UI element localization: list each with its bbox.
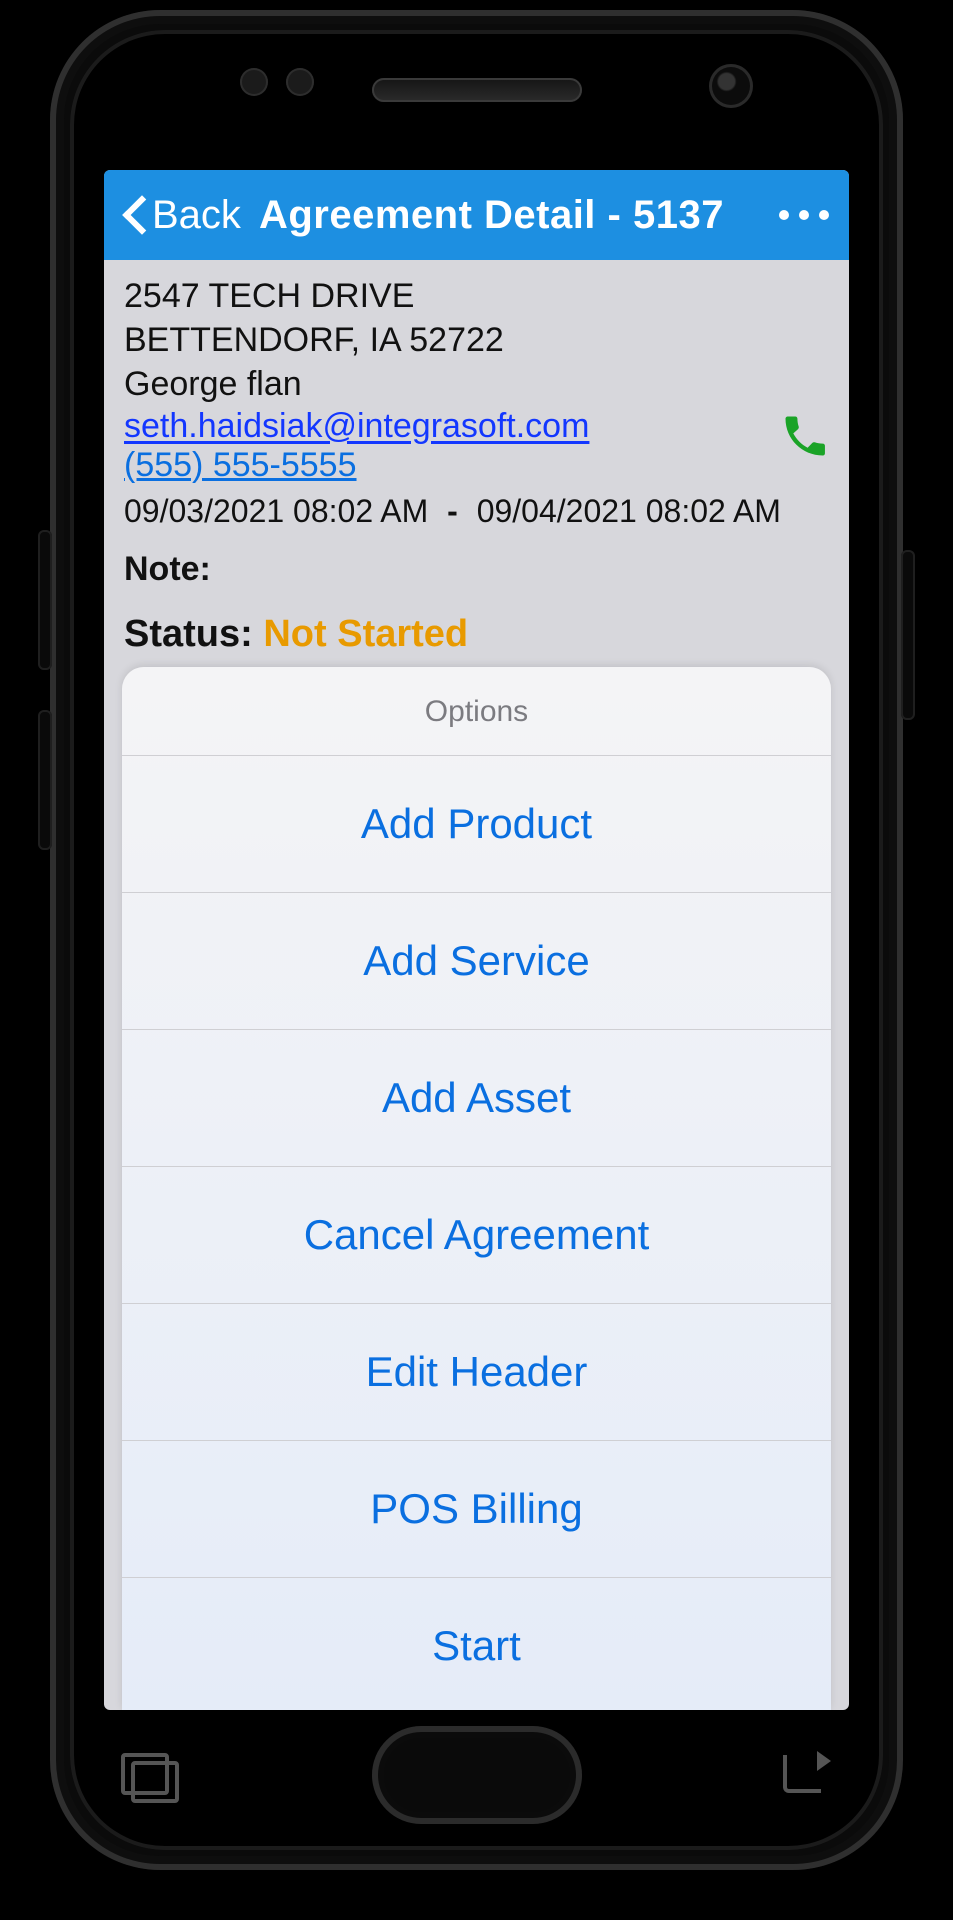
date-start: 09/03/2021 08:02 AM xyxy=(124,493,428,529)
option-edit-header[interactable]: Edit Header xyxy=(122,1304,831,1441)
address-line2: BETTENDORF, IA 52722 xyxy=(124,318,827,362)
status-row: Status: Not Started xyxy=(124,613,827,656)
recent-apps-icon[interactable] xyxy=(117,1751,177,1799)
screen: Back Agreement Detail - 5137 2547 TECH D… xyxy=(104,170,849,1710)
earpiece-speaker xyxy=(372,78,582,102)
phone-icon xyxy=(779,410,831,462)
options-sheet: Options Add Product Add Service Add Asse… xyxy=(122,667,831,1710)
titlebar: Back Agreement Detail - 5137 xyxy=(104,170,849,260)
back-button[interactable]: Back xyxy=(124,193,241,238)
device-nav-bar xyxy=(117,1710,837,1840)
dot-icon xyxy=(799,210,809,220)
device-back-icon[interactable] xyxy=(777,1751,837,1799)
home-button[interactable] xyxy=(372,1726,582,1824)
call-button[interactable] xyxy=(779,410,831,462)
status-label: Status: xyxy=(124,613,253,655)
status-value: Not Started xyxy=(263,613,468,655)
back-label: Back xyxy=(152,193,241,238)
proximity-sensors xyxy=(240,68,314,96)
option-start[interactable]: Start xyxy=(122,1578,831,1710)
phone-link[interactable]: (555) 555-5555 xyxy=(124,446,357,484)
dot-icon xyxy=(819,210,829,220)
date-range: 09/03/2021 08:02 AM - 09/04/2021 08:02 A… xyxy=(124,493,827,530)
option-cancel-agreement[interactable]: Cancel Agreement xyxy=(122,1167,831,1304)
dot-icon xyxy=(779,210,789,220)
more-button[interactable] xyxy=(779,210,829,220)
device-frame: Back Agreement Detail - 5137 2547 TECH D… xyxy=(50,10,903,1870)
option-add-service[interactable]: Add Service xyxy=(122,893,831,1030)
contact-name: George flan xyxy=(124,362,827,406)
address-line1: 2547 TECH DRIVE xyxy=(124,274,827,318)
note-label: Note: xyxy=(124,550,827,589)
volume-down-button[interactable] xyxy=(38,710,52,850)
page-title: Agreement Detail - 5137 xyxy=(259,193,724,238)
front-camera xyxy=(709,64,753,108)
date-end: 09/04/2021 08:02 AM xyxy=(477,493,781,529)
power-button[interactable] xyxy=(901,550,915,720)
chevron-left-icon xyxy=(124,195,146,235)
date-separator: - xyxy=(437,493,468,529)
email-link[interactable]: seth.haidsiak@integrasoft.com xyxy=(124,407,589,445)
option-add-product[interactable]: Add Product xyxy=(122,756,831,893)
volume-up-button[interactable] xyxy=(38,530,52,670)
option-add-asset[interactable]: Add Asset xyxy=(122,1030,831,1167)
agreement-detail: 2547 TECH DRIVE BETTENDORF, IA 52722 Geo… xyxy=(104,260,849,666)
option-pos-billing[interactable]: POS Billing xyxy=(122,1441,831,1578)
sheet-title: Options xyxy=(122,667,831,756)
